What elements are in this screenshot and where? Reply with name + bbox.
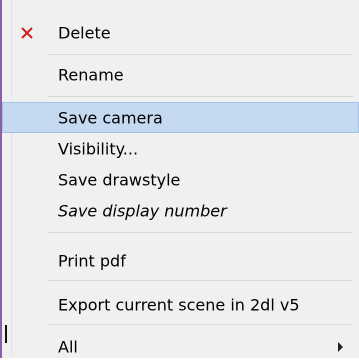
menu-item-label: All (58, 337, 78, 357)
menu-item-label: Rename (58, 65, 124, 85)
menu-separator (48, 54, 353, 55)
menu-item-delete[interactable]: Delete (2, 16, 359, 50)
close-icon (21, 27, 33, 39)
menu-item-visibility[interactable]: Visibility... (2, 134, 359, 164)
menu-item-label: Delete (58, 23, 111, 43)
menu-item-label: Save camera (58, 108, 163, 127)
menu-item-print-pdf[interactable]: Print pdf (2, 244, 359, 278)
menu-item-label: Print pdf (58, 251, 126, 271)
menu-item-label: Save display number (58, 201, 227, 221)
cursor-caret (5, 325, 7, 343)
context-menu: Delete Rename Save camera Visibility... … (0, 0, 359, 358)
menu-item-label: Visibility... (58, 139, 139, 159)
menu-item-save-drawstyle[interactable]: Save drawstyle (2, 165, 359, 195)
menu-item-save-display-number[interactable]: Save display number (2, 196, 359, 226)
menu-separator (48, 96, 353, 97)
menu-item-rename[interactable]: Rename (2, 58, 359, 92)
menu-separator (48, 232, 353, 233)
menu-item-label: Export current scene in 2dl v5 (58, 295, 300, 315)
menu-item-save-camera[interactable]: Save camera (2, 102, 359, 133)
menu-separator (48, 280, 353, 281)
menu-separator (48, 324, 353, 325)
chevron-right-icon (338, 342, 343, 352)
menu-item-export-scene[interactable]: Export current scene in 2dl v5 (2, 288, 359, 322)
menu-item-label: Save drawstyle (58, 170, 181, 190)
menu-item-all[interactable]: All (2, 330, 359, 364)
